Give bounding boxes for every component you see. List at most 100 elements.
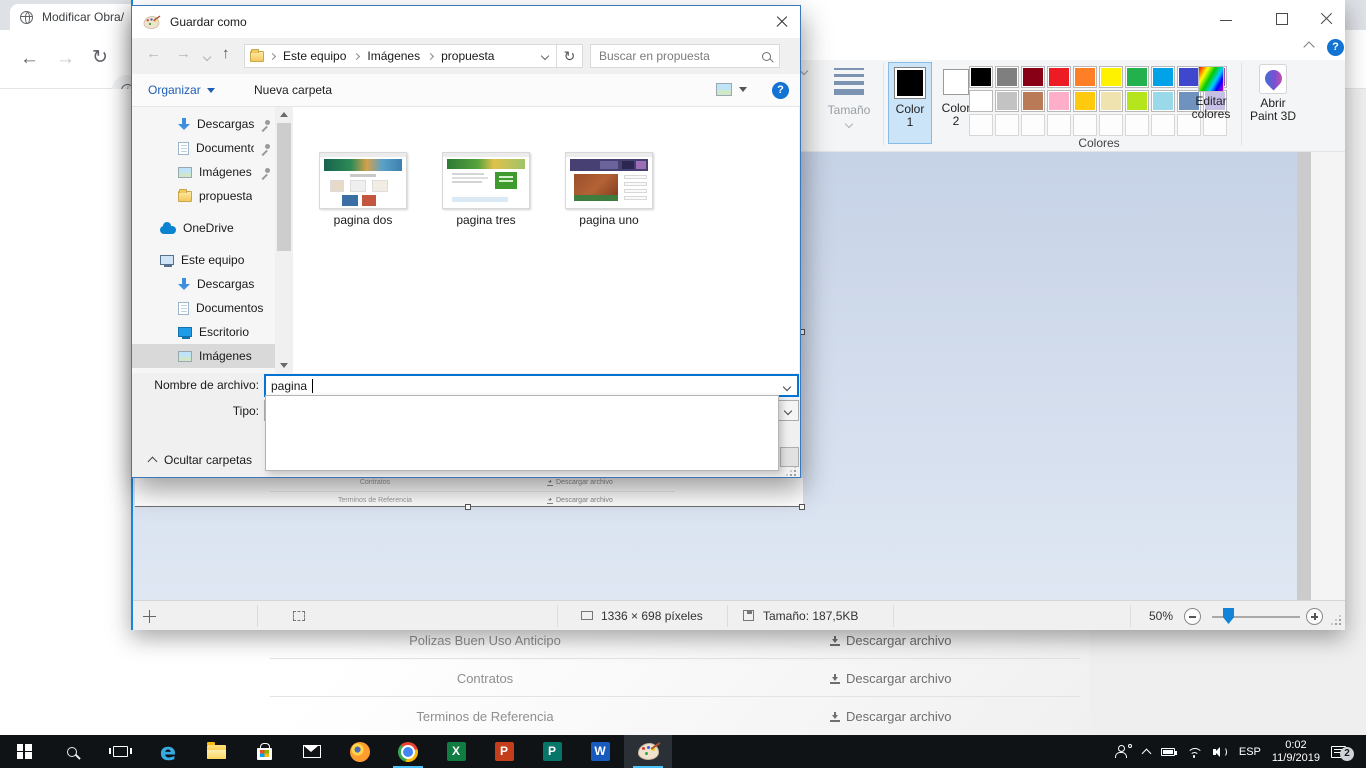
palette-color-swatch[interactable] — [995, 90, 1019, 112]
sidebar-item-este equipo[interactable]: Este equipo — [132, 248, 275, 272]
wifi-icon[interactable] — [1186, 746, 1202, 758]
sidebar-item-descargas[interactable]: Descargas — [132, 112, 275, 136]
language-indicator[interactable]: ESP — [1239, 746, 1261, 758]
palette-color-swatch[interactable] — [969, 90, 993, 112]
zoom-in-button[interactable] — [1306, 608, 1323, 625]
taskbar-button-chrome[interactable] — [384, 735, 432, 768]
organize-button[interactable]: Organizar — [148, 83, 215, 97]
sidebar-item-documentos[interactable]: Documentos — [132, 296, 275, 320]
palette-color-swatch[interactable] — [1047, 66, 1071, 88]
palette-empty-slot[interactable] — [1099, 114, 1123, 136]
palette-empty-slot[interactable] — [1073, 114, 1097, 136]
palette-empty-slot[interactable] — [1047, 114, 1071, 136]
palette-color-swatch[interactable] — [1073, 66, 1097, 88]
palette-color-swatch[interactable] — [1099, 90, 1123, 112]
maximize-button[interactable] — [1276, 13, 1288, 25]
breadcrumb-item[interactable]: propuesta — [439, 49, 496, 63]
volume-icon[interactable] — [1213, 746, 1228, 758]
battery-icon[interactable] — [1161, 748, 1175, 756]
address-dropdown-icon[interactable] — [541, 52, 549, 60]
refresh-button[interactable]: ↻ — [557, 44, 583, 68]
taskbar-button-paint[interactable] — [624, 735, 672, 768]
breadcrumb-item[interactable]: Este equipo — [281, 49, 348, 63]
zoom-slider-thumb[interactable] — [1223, 608, 1234, 624]
clock[interactable]: 0:02 11/9/2019 — [1272, 739, 1320, 765]
taskbar-button-file-explorer[interactable] — [192, 735, 240, 768]
zoom-out-button[interactable] — [1184, 608, 1201, 625]
breadcrumb-item[interactable]: Imágenes — [365, 49, 422, 63]
scrollbar-thumb[interactable] — [277, 123, 291, 251]
palette-empty-slot[interactable] — [995, 114, 1019, 136]
nav-forward-icon[interactable]: → — [176, 45, 191, 62]
nav-up-icon[interactable]: ↑ — [222, 45, 230, 62]
address-bar[interactable]: Este equipo Imágenes propuesta — [244, 44, 557, 68]
open-paint3d-button[interactable]: Abrir Paint 3D — [1245, 62, 1301, 123]
palette-empty-slot[interactable] — [1125, 114, 1149, 136]
file-item[interactable]: pagina tres — [442, 152, 530, 227]
taskbar-button-edge[interactable]: e — [144, 735, 192, 768]
dialog-help-icon[interactable]: ? — [772, 82, 789, 99]
canvas-resize-handle-bottom[interactable] — [465, 504, 471, 510]
canvas-resize-handle-corner[interactable] — [799, 504, 805, 510]
show-hidden-icons-icon[interactable] — [1141, 748, 1151, 758]
hide-folders-button[interactable]: Ocultar carpetas — [149, 453, 252, 467]
file-item[interactable]: pagina uno — [565, 152, 653, 227]
collapse-ribbon-icon[interactable] — [1303, 41, 1314, 52]
download-link[interactable]: Descargar archivo — [830, 633, 952, 648]
palette-color-swatch[interactable] — [995, 66, 1019, 88]
palette-empty-slot[interactable] — [969, 114, 993, 136]
palette-color-swatch[interactable] — [1047, 90, 1071, 112]
sidebar-scrollbar[interactable] — [276, 107, 292, 373]
palette-color-swatch[interactable] — [1073, 90, 1097, 112]
recent-locations-icon[interactable] — [203, 53, 211, 61]
browser-back-button[interactable]: ← — [20, 46, 39, 72]
chevron-down-icon[interactable] — [800, 67, 808, 75]
view-dropdown-icon[interactable] — [739, 87, 747, 92]
palette-color-swatch[interactable] — [1125, 66, 1149, 88]
palette-color-swatch[interactable] — [1151, 90, 1175, 112]
new-folder-button[interactable]: Nueva carpeta — [254, 83, 332, 97]
action-center-icon[interactable]: 2 — [1331, 746, 1346, 758]
palette-empty-slot[interactable] — [1021, 114, 1045, 136]
sidebar-item-imágenes[interactable]: Imágenes — [132, 344, 275, 368]
search-box[interactable]: Buscar en propuesta — [590, 44, 780, 68]
taskbar-button-search[interactable] — [48, 735, 96, 768]
scroll-up-icon[interactable] — [280, 112, 288, 117]
window-resize-grip[interactable] — [1329, 613, 1341, 625]
paint-canvas[interactable]: Contratos Descargar archivoTerminos de R… — [135, 478, 803, 507]
palette-empty-slot[interactable] — [1151, 114, 1175, 136]
browser-reload-button[interactable]: ↻ — [92, 45, 108, 71]
palette-color-swatch[interactable] — [1021, 90, 1045, 112]
dialog-close-icon[interactable] — [776, 16, 788, 28]
palette-color-swatch[interactable] — [1021, 66, 1045, 88]
filename-input[interactable]: pagina — [264, 374, 799, 397]
taskbar-button-store[interactable] — [240, 735, 288, 768]
taskbar-button-word[interactable]: W — [576, 735, 624, 768]
sidebar-item-imágenes[interactable]: Imágenes — [132, 160, 275, 184]
taskbar-button-firefox[interactable] — [336, 735, 384, 768]
download-link[interactable]: Descargar archivo — [830, 671, 952, 686]
palette-color-swatch[interactable] — [1125, 90, 1149, 112]
sidebar-item-onedrive[interactable]: OneDrive — [132, 216, 275, 240]
taskbar-button-excel[interactable]: X — [432, 735, 480, 768]
size-button[interactable]: Tamaño — [821, 62, 877, 127]
sidebar-item-propuesta[interactable]: propuesta — [132, 184, 275, 208]
scroll-down-icon[interactable] — [280, 363, 288, 368]
minimize-button[interactable] — [1220, 13, 1232, 21]
taskbar-button-task-view[interactable] — [96, 735, 144, 768]
filename-dropdown-icon[interactable] — [783, 383, 791, 391]
file-item[interactable]: pagina dos — [319, 152, 407, 227]
sidebar-item-descargas[interactable]: Descargas — [132, 272, 275, 296]
sidebar-item-documentos[interactable]: Documentos — [132, 136, 275, 160]
palette-color-swatch[interactable] — [1099, 66, 1123, 88]
close-button[interactable] — [1320, 13, 1332, 25]
palette-color-swatch[interactable] — [1151, 66, 1175, 88]
workspace-scrollbar[interactable] — [1297, 152, 1311, 600]
taskbar-button-publisher[interactable]: P — [528, 735, 576, 768]
palette-color-swatch[interactable] — [969, 66, 993, 88]
people-icon[interactable] — [1115, 745, 1132, 758]
taskbar-button-start[interactable] — [0, 735, 48, 768]
browser-forward-button[interactable]: → — [56, 46, 75, 72]
paint-help-icon[interactable]: ? — [1327, 39, 1344, 56]
taskbar-button-powerpoint[interactable]: P — [480, 735, 528, 768]
